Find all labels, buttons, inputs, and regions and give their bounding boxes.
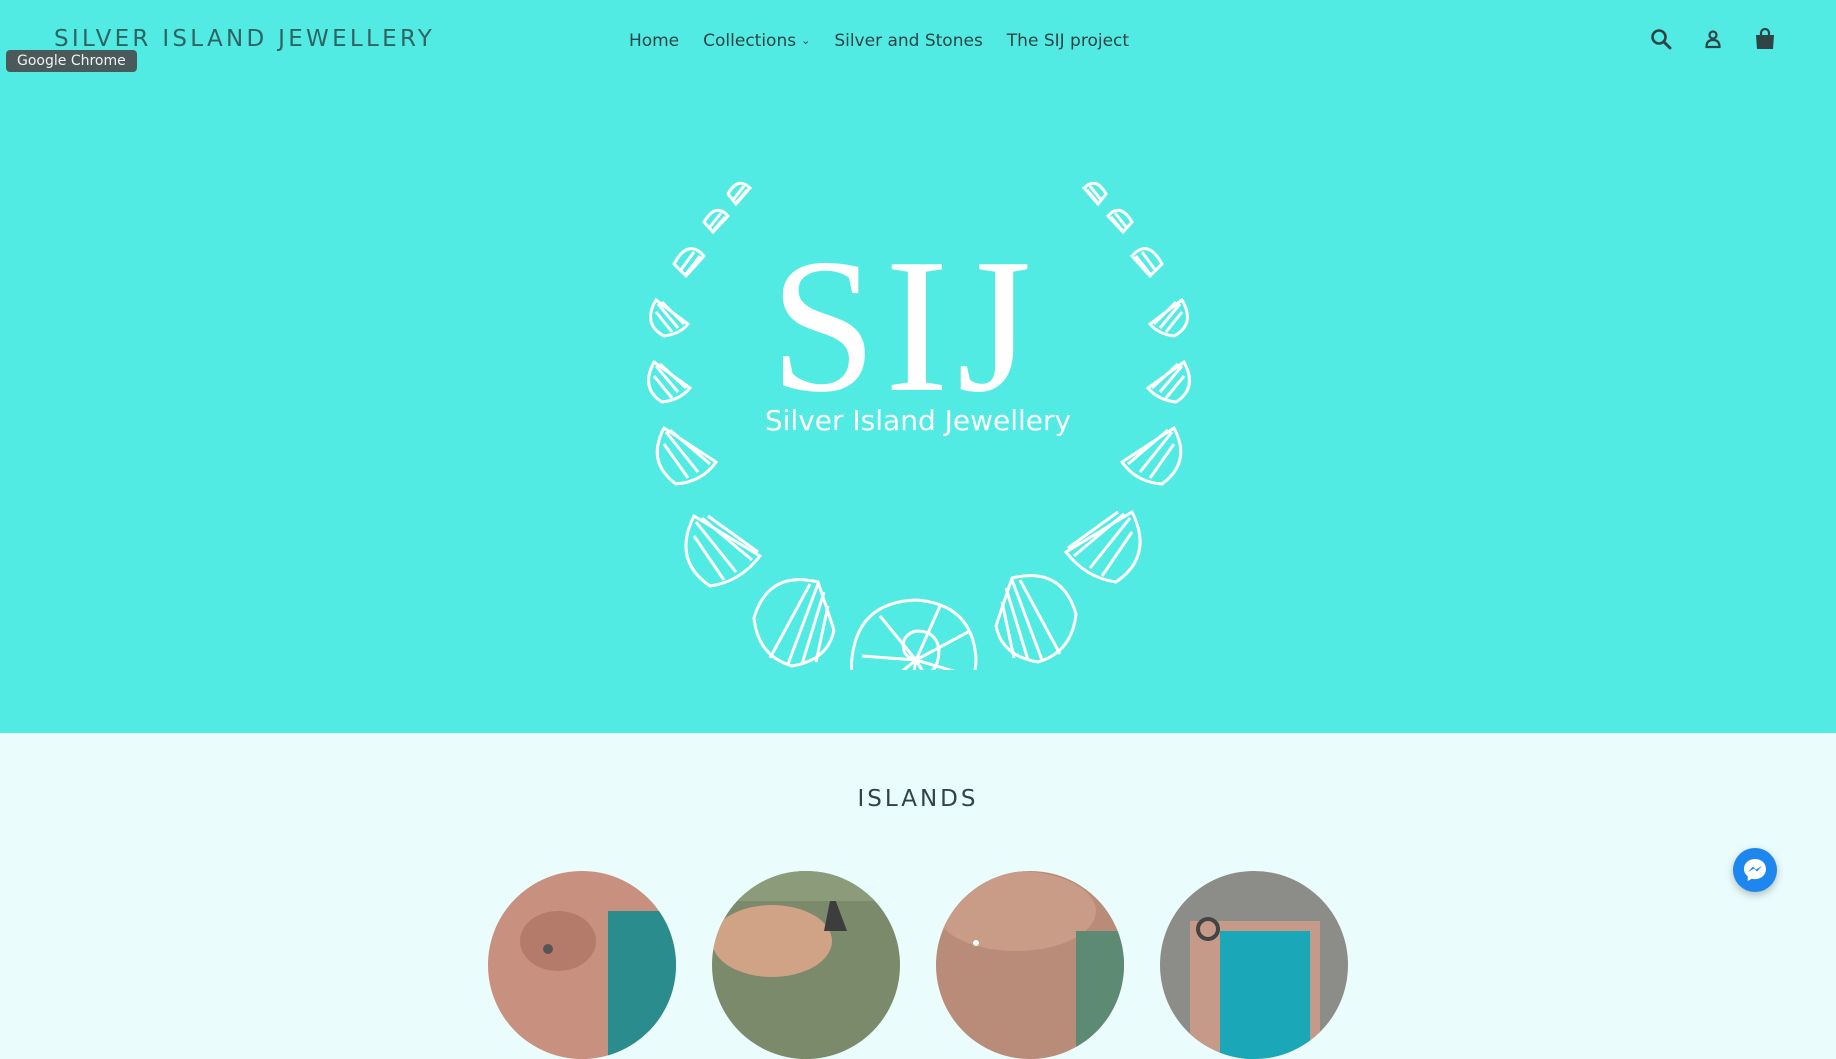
nav-home-label: Home	[628, 31, 680, 51]
nav-collections-label: Collections	[703, 31, 797, 51]
messenger-icon[interactable]	[1733, 848, 1777, 892]
island-card-4[interactable]	[1160, 871, 1348, 1059]
cart-icon[interactable]	[1752, 26, 1778, 52]
account-icon[interactable]	[1700, 26, 1726, 52]
chevron-down-icon: ⌄	[801, 34, 811, 47]
search-icon[interactable]	[1648, 26, 1674, 52]
logo-tagline: Silver Island Jewellery	[764, 404, 1072, 437]
site-header: SILVER ISLAND JEWELLERY Google Chrome Ho…	[0, 0, 1836, 733]
header-icons	[1648, 26, 1778, 52]
island-card-3[interactable]	[936, 871, 1124, 1059]
islands-list	[0, 871, 1836, 1059]
nav-home[interactable]: Home	[629, 31, 679, 51]
logo-monogram: SIJ	[770, 219, 1040, 432]
nav-collections[interactable]: Collections ⌄	[703, 31, 810, 51]
nav-silver-and-stones[interactable]: Silver and Stones	[834, 31, 982, 51]
nav-silver-label: Silver and Stones	[834, 31, 983, 51]
island-card-2[interactable]	[712, 871, 900, 1059]
main-nav: Home Collections ⌄ Silver and Stones The …	[0, 31, 1836, 51]
nav-sij-project[interactable]: The SIJ project	[1007, 31, 1129, 51]
island-card-1[interactable]	[488, 871, 676, 1059]
nav-sij-label: The SIJ project	[1006, 31, 1130, 51]
islands-heading: ISLANDS	[857, 786, 979, 812]
browser-tooltip: Google Chrome	[6, 50, 137, 72]
